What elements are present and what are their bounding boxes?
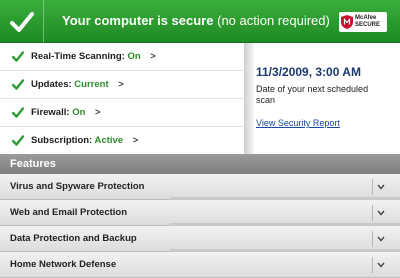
features-title: Features: [10, 158, 56, 170]
status-row-updates[interactable]: Updates: Current >: [0, 71, 244, 99]
badge-text: McAfee SECURE: [355, 15, 380, 29]
chevron-down-icon[interactable]: [372, 257, 389, 273]
status-row-subscription[interactable]: Subscription: Active >: [0, 127, 244, 155]
chevron-down-icon[interactable]: [372, 179, 389, 195]
status-row-firewall[interactable]: Firewall: On >: [0, 99, 244, 127]
status-value: Current: [74, 79, 109, 90]
status-label-text: Real-Time Scanning:: [31, 51, 125, 62]
header-title-sub: (no action required): [217, 13, 330, 28]
status-row-realtime-scanning[interactable]: Real-Time Scanning: On >: [0, 43, 244, 71]
status-header: Your computer is secure (no action requi…: [0, 0, 400, 43]
status-label: Real-Time Scanning: On >: [31, 51, 156, 62]
status-panel: Real-Time Scanning: On > Updates: Curren…: [0, 43, 244, 155]
feature-label: Data Protection and Backup: [10, 233, 137, 244]
chevron-down-icon[interactable]: [372, 231, 389, 247]
badge-secure: SECURE: [355, 22, 381, 28]
header-title-main: Your computer is secure: [62, 13, 214, 28]
feature-label: Virus and Spyware Protection: [10, 181, 145, 192]
header-title: Your computer is secure (no action requi…: [62, 13, 330, 28]
scheduled-scan-panel: 11/3/2009, 3:00 AM Date of your next sch…: [254, 43, 400, 154]
status-label: Firewall: On >: [31, 107, 101, 118]
status-check: [0, 0, 44, 43]
mcafee-secure-badge[interactable]: McAfee SECURE: [339, 12, 387, 32]
status-label: Subscription: Active >: [31, 135, 138, 146]
status-label-text: Firewall:: [31, 107, 70, 118]
status-label-text: Updates:: [31, 79, 72, 90]
green-check-icon: [12, 135, 24, 146]
badge-brand: McAfee: [355, 15, 377, 21]
checkmark-icon: [9, 11, 34, 32]
status-label-text: Subscription:: [31, 135, 93, 146]
scan-description: Date of your next scheduled scan: [256, 84, 369, 105]
chevron-down-icon[interactable]: [372, 205, 389, 221]
status-value: Active: [94, 135, 124, 146]
features-header: Features: [0, 154, 400, 174]
chevron-right-icon: >: [132, 135, 139, 146]
feature-label: Web and Email Protection: [10, 207, 128, 218]
feature-row-home-network[interactable]: Home Network Defense: [0, 252, 400, 278]
green-check-icon: [12, 79, 24, 90]
green-check-icon: [12, 51, 24, 62]
chevron-right-icon: >: [95, 107, 101, 118]
mcafee-shield-icon: [341, 15, 353, 29]
green-check-icon: [12, 107, 24, 118]
feature-label: Home Network Defense: [10, 259, 117, 270]
view-security-report-link[interactable]: View Security Report: [256, 118, 340, 128]
status-label: Updates: Current >: [31, 79, 124, 90]
chevron-right-icon: >: [150, 51, 156, 62]
chevron-right-icon: >: [118, 79, 124, 90]
scan-date: 11/3/2009, 3:00 AM: [256, 65, 361, 79]
status-value: On: [127, 51, 141, 62]
status-value: On: [72, 107, 86, 118]
panel-divider: [244, 43, 254, 154]
